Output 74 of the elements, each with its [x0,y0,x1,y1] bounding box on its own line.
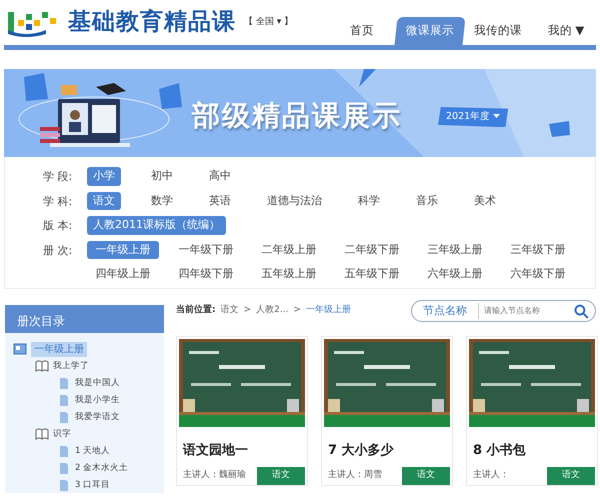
tree-item[interactable]: 我爱学语文 [75,411,120,424]
tree-item[interactable]: 3 口耳目 [75,479,110,492]
filter-option[interactable]: 五年级下册 [336,265,408,284]
search-field[interactable]: 节点名称 请输入节点名称 [411,300,596,322]
file-icon [57,479,71,492]
nav-tab[interactable]: 首页 [328,17,396,45]
nav-tab[interactable]: 微课展示 [394,17,466,45]
filter-option[interactable]: 英语 [203,192,237,210]
tree-item[interactable]: 我是小学生 [75,394,120,407]
presenter-text: 主讲人：魏丽瑜 [183,468,246,482]
filter-option[interactable]: 音乐 [410,192,444,210]
filter-option[interactable]: 科学 [352,192,386,210]
course-title: 7 大小多少 [328,442,395,460]
course-title: 语文园地一 [183,442,249,460]
filter-option[interactable]: 五年级上册 [253,265,325,284]
tree-item[interactable]: 2 金木水火土 [75,462,128,475]
filter-option[interactable]: 高中 [203,167,237,186]
filter-option[interactable]: 道德与法治 [261,192,328,210]
filter-option[interactable]: 三年级下册 [502,240,574,259]
breadcrumb-separator: > [293,304,302,318]
subject-tag[interactable]: 语文 [402,466,450,484]
file-icon [57,377,71,390]
nav-tab[interactable]: 我传的课 [464,17,532,45]
breadcrumb-link[interactable]: 人教2... [256,304,288,318]
course-card[interactable]: 语文园地一 主讲人：魏丽瑜 语文 [176,336,308,486]
nav-tab[interactable]: 我的 ▼ [532,17,600,45]
breadcrumb-label: 当前位置: [176,304,216,318]
presenter-text: 主讲人： [473,468,509,482]
banner-title: 部级精品课展示 [192,98,402,134]
book-icon [35,428,49,441]
file-icon [57,394,71,407]
filter-option[interactable]: 二年级下册 [336,240,408,259]
filter-option[interactable]: 四年级上册 [87,265,159,284]
breadcrumb-link[interactable]: 语文 [220,304,239,318]
filter-label: 学 段: [43,169,74,185]
site-title: 基础教育精品课 [68,8,236,38]
tree-item[interactable]: 识字 [53,428,71,441]
subject-tag[interactable]: 语文 [257,466,305,484]
tree-item[interactable]: 我是中国人 [75,377,120,390]
filter-option[interactable]: 数学 [145,192,179,210]
caret-icon [493,114,500,119]
filter-label: 学 科: [43,194,74,210]
filter-label: 版 本: [43,218,74,234]
filter-option[interactable]: 美术 [468,192,502,210]
breadcrumb-separator: > [244,304,252,318]
filter-option[interactable]: 一年级上册 [87,240,159,259]
tree-item[interactable]: 1 天地人 [75,445,110,458]
filter-option[interactable]: 三年级上册 [419,240,491,259]
file-icon [57,411,71,424]
screen-icon [13,343,27,356]
presenter-text: 主讲人：周雪 [328,468,382,482]
filter-label: 册 次: [43,242,74,258]
file-icon [57,462,71,475]
filter-option[interactable]: 六年级上册 [419,265,491,284]
region-dropdown[interactable]: 【 全国 ▾ 】 [244,16,294,30]
search-icon[interactable] [574,304,589,318]
course-card[interactable]: 7 大小多少 主讲人：周雪 语文 [321,336,453,486]
file-icon [57,445,71,458]
filter-option[interactable]: 六年级下册 [502,265,574,284]
filter-option[interactable]: 人教2011课标版（统编） [87,216,226,234]
filter-option[interactable]: 小学 [87,167,121,186]
filter-option[interactable]: 语文 [87,192,121,210]
sidebar-title: 册次目录 [5,305,164,333]
filter-option[interactable]: 四年级下册 [170,265,242,284]
course-card[interactable]: 8 小书包 主讲人： 语文 [466,336,598,486]
breadcrumb-link[interactable]: 一年级上册 [306,304,352,318]
subject-tag[interactable]: 语文 [547,466,595,484]
filter-option[interactable]: 二年级上册 [253,240,325,259]
filter-option[interactable]: 初中 [145,167,179,186]
tree-item[interactable]: 我上学了 [53,360,89,373]
filter-option[interactable]: 一年级下册 [170,240,242,259]
year-dropdown[interactable]: 2021年度 [438,107,508,128]
course-title: 8 小书包 [473,442,527,460]
book-icon [35,360,49,373]
